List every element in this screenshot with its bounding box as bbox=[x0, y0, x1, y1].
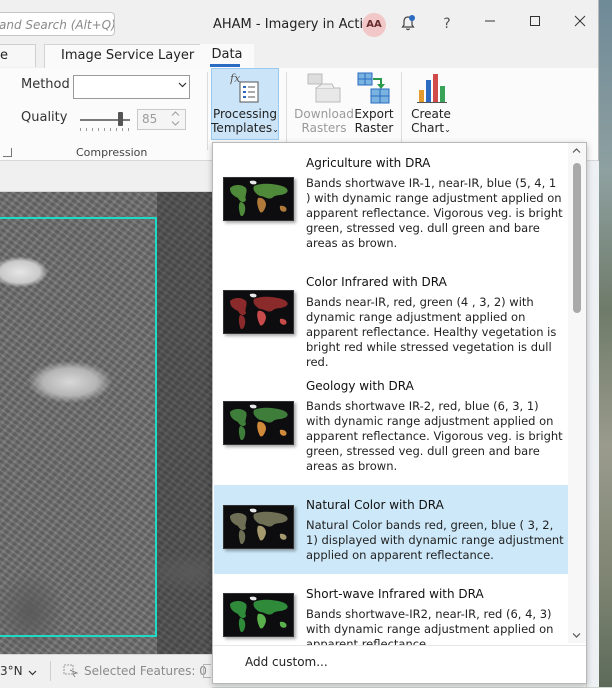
world-map-thumbnail-icon bbox=[223, 505, 294, 549]
close-icon[interactable] bbox=[570, 14, 590, 34]
spin-up-icon[interactable] bbox=[171, 110, 180, 119]
bar-chart-icon bbox=[416, 72, 448, 107]
window-title: AHAM - Imagery in Action bbox=[213, 17, 380, 32]
processing-templates-label: Processing Templates⌄ bbox=[211, 107, 279, 135]
quality-label: Quality bbox=[21, 110, 68, 125]
maximize-icon[interactable] bbox=[525, 14, 545, 34]
processing-templates-gallery: Agriculture with DRA Bands shortwave IR-1… bbox=[212, 142, 587, 684]
world-map-thumbnail-icon bbox=[223, 290, 294, 334]
template-description: Bands shortwave IR-2, red, blue (6, 3, 1… bbox=[306, 399, 563, 473]
template-title: Natural Color with DRA bbox=[306, 498, 444, 512]
gallery-scrollbar-thumb[interactable] bbox=[573, 163, 581, 313]
ribbon-divider bbox=[286, 72, 287, 150]
tab-partial[interactable]: e bbox=[0, 44, 36, 67]
minimize-icon[interactable] bbox=[480, 14, 500, 34]
avatar[interactable]: AA bbox=[362, 13, 386, 37]
scale-readout[interactable]: 3°N bbox=[0, 664, 23, 678]
template-title: Short-wave Infrared with DRA bbox=[306, 587, 484, 601]
panel-edge bbox=[586, 161, 599, 687]
map-panel-header bbox=[0, 161, 212, 192]
gallery-footer: Add custom... bbox=[213, 645, 586, 683]
status-control[interactable] bbox=[203, 664, 211, 678]
desktop-background bbox=[598, 0, 612, 687]
selected-features-icon bbox=[63, 664, 79, 681]
template-title: Geology with DRA bbox=[306, 379, 414, 393]
template-description: Bands near-IR, red, green (4 , 3, 2) wit… bbox=[306, 295, 557, 369]
template-item[interactable]: Geology with DRA Bands shortwave IR-2, re… bbox=[214, 366, 569, 485]
template-item[interactable]: Short-wave Infrared with DRA Bands shortw… bbox=[214, 574, 569, 654]
map-extent-frame bbox=[0, 217, 157, 637]
template-item[interactable]: Agriculture with DRA Bands shortwave IR-1… bbox=[214, 143, 569, 262]
add-custom-link[interactable]: Add custom... bbox=[245, 655, 328, 669]
ribbon-divider bbox=[401, 72, 402, 150]
spin-down-icon[interactable] bbox=[171, 120, 180, 129]
world-map-thumbnail-icon bbox=[223, 177, 294, 221]
template-description: Natural Color bands red, green, blue ( 3… bbox=[306, 518, 564, 562]
method-select[interactable] bbox=[73, 75, 190, 99]
download-rasters-icon bbox=[306, 72, 342, 107]
export-raster-icon bbox=[357, 72, 393, 107]
scroll-up-icon[interactable] bbox=[572, 147, 581, 157]
template-title: Color Infrared with DRA bbox=[306, 275, 447, 289]
world-map-thumbnail-icon bbox=[223, 593, 294, 637]
download-rasters-button: Download Rasters bbox=[294, 107, 354, 135]
map-overlay bbox=[157, 192, 212, 654]
notification-bell-icon[interactable] bbox=[398, 14, 418, 34]
template-title: Agriculture with DRA bbox=[306, 156, 431, 170]
template-description: Bands shortwave IR-1, near-IR, blue (5, … bbox=[306, 176, 563, 250]
group-launcher-icon[interactable] bbox=[3, 148, 12, 157]
quality-slider-ticks bbox=[80, 128, 130, 131]
selected-features-count: Selected Features: 0 bbox=[84, 664, 207, 678]
status-bar: 3°N Selected Features: 0 bbox=[0, 654, 212, 688]
chevron-down-icon[interactable] bbox=[28, 666, 37, 680]
template-item[interactable]: Color Infrared with DRA Bands near-IR, re… bbox=[214, 262, 569, 369]
svg-text:fx: fx bbox=[230, 72, 241, 85]
ribbon-divider bbox=[207, 72, 208, 150]
method-label: Method bbox=[21, 77, 70, 92]
scroll-down-icon[interactable] bbox=[572, 632, 581, 642]
quality-slider-thumb[interactable] bbox=[118, 112, 123, 126]
compression-group-label: Compression bbox=[76, 146, 148, 159]
template-item[interactable]: Natural Color with DRA Natural Color band… bbox=[214, 485, 569, 574]
status-divider bbox=[50, 661, 51, 681]
active-tab-indicator bbox=[210, 64, 240, 67]
help-icon[interactable]: ? bbox=[437, 14, 457, 34]
chevron-down-icon bbox=[178, 80, 187, 92]
template-description: Bands shortwave-IR2, near-IR, red (6, 4,… bbox=[306, 607, 554, 645]
create-chart-button[interactable]: Create Chart⌄ bbox=[408, 107, 454, 137]
world-map-thumbnail-icon bbox=[223, 401, 294, 445]
search-input[interactable]: and Search (Alt+Q) bbox=[0, 12, 115, 36]
export-raster-button[interactable]: Export Raster bbox=[352, 107, 396, 135]
processing-templates-icon: fx bbox=[229, 70, 262, 107]
